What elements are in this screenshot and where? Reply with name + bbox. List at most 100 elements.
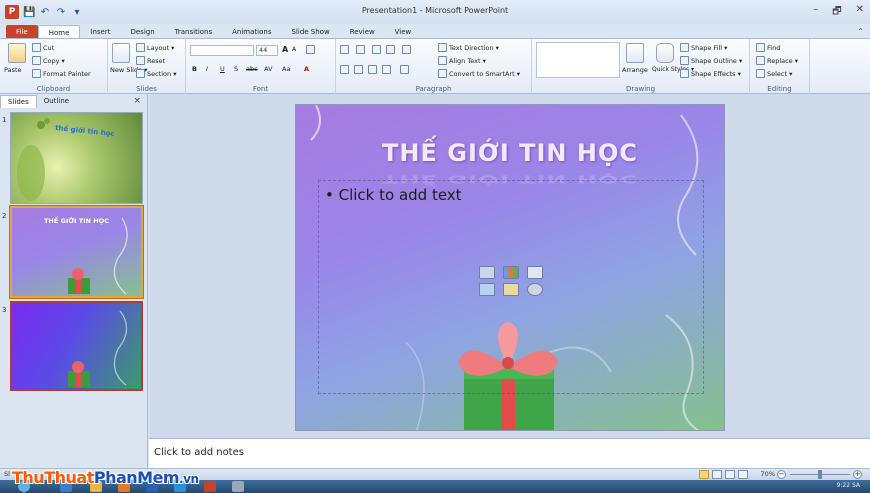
tab-insert[interactable]: Insert: [80, 25, 120, 39]
align-text-icon: [438, 56, 447, 65]
justify-button[interactable]: [382, 65, 391, 74]
find-button[interactable]: Find: [756, 43, 780, 52]
minimize-button[interactable]: –: [813, 4, 818, 21]
columns-button[interactable]: [400, 65, 409, 74]
tab-slide-show[interactable]: Slide Show: [281, 25, 339, 39]
tab-view[interactable]: View: [385, 25, 422, 39]
paste-icon[interactable]: [8, 43, 26, 63]
shape-outline-label: Shape Outline ▾: [691, 56, 743, 65]
view-buttons: [699, 470, 748, 479]
zoom-out-button[interactable]: −: [777, 470, 786, 479]
insert-smartart-icon[interactable]: [527, 266, 543, 279]
clock[interactable]: 9:22 SA: [837, 482, 860, 489]
quick-styles-icon[interactable]: [656, 43, 674, 63]
align-center-button[interactable]: [354, 65, 363, 74]
notes-pane[interactable]: Click to add notes: [149, 438, 870, 468]
content-placeholder[interactable]: • Click to add text: [318, 180, 704, 394]
powerpoint-taskbar-icon[interactable]: [204, 481, 216, 492]
shape-outline-button[interactable]: Shape Outline ▾: [680, 56, 742, 65]
change-case-button[interactable]: Aa: [282, 65, 290, 73]
redo-icon[interactable]: ↷: [55, 7, 67, 18]
copy-button[interactable]: Copy ▾: [32, 56, 65, 65]
thumb-number: 2: [2, 212, 7, 220]
underline-button[interactable]: U: [220, 65, 225, 73]
text-direction-button[interactable]: Text Direction ▾: [438, 43, 499, 52]
customize-qat-icon[interactable]: ▾: [71, 7, 83, 18]
clipboard-label: Clipboard: [36, 85, 71, 93]
ribbon-tabs: File Home Insert Design Transitions Anim…: [0, 24, 870, 39]
cut-button[interactable]: Cut: [32, 43, 54, 52]
insert-chart-icon[interactable]: [503, 266, 519, 279]
insert-clip-art-icon[interactable]: [503, 283, 519, 296]
restore-button[interactable]: 🗗: [832, 4, 841, 21]
slide-title[interactable]: THẾ GIỚI TIN HỌC: [296, 139, 724, 167]
align-text-button[interactable]: Align Text ▾: [438, 56, 486, 65]
zoom-level[interactable]: 70%: [761, 470, 775, 478]
new-slide-icon[interactable]: [112, 43, 130, 63]
numbering-button[interactable]: [356, 45, 365, 54]
minimize-ribbon-icon[interactable]: ⌃: [857, 27, 864, 36]
reading-view-button[interactable]: [725, 470, 735, 479]
undo-icon[interactable]: ↶: [39, 7, 51, 18]
close-pane-icon[interactable]: ×: [133, 96, 141, 106]
shape-fill-button[interactable]: Shape Fill ▾: [680, 43, 727, 52]
arrange-icon[interactable]: [626, 43, 644, 63]
reset-button[interactable]: Reset: [136, 56, 165, 65]
bold-button[interactable]: B: [192, 65, 197, 73]
select-button[interactable]: Select ▾: [756, 69, 792, 78]
layout-button[interactable]: Layout ▾: [136, 43, 174, 52]
tab-outline[interactable]: Outline: [37, 95, 76, 108]
align-right-button[interactable]: [368, 65, 377, 74]
insert-table-icon[interactable]: [479, 266, 495, 279]
normal-view-button[interactable]: [699, 470, 709, 479]
tab-design[interactable]: Design: [120, 25, 164, 39]
font-group: 44 A A B I U S abc AV Aa A Font: [186, 39, 336, 94]
italic-button[interactable]: I: [206, 65, 208, 73]
decrease-indent-button[interactable]: [372, 45, 381, 54]
arrange-button[interactable]: Arrange: [622, 66, 648, 74]
notes-placeholder[interactable]: Click to add notes: [154, 447, 244, 458]
replace-button[interactable]: Replace ▾: [756, 56, 798, 65]
placeholder-text[interactable]: • Click to add text: [325, 186, 462, 204]
close-button[interactable]: ✕: [856, 4, 864, 21]
font-name-combo[interactable]: [190, 45, 254, 56]
slide-thumbnail-2[interactable]: THẾ GIỚI TIN HỌC: [9, 205, 144, 299]
section-button[interactable]: Section ▾: [136, 69, 176, 78]
tab-animations[interactable]: Animations: [222, 25, 281, 39]
bullets-button[interactable]: [340, 45, 349, 54]
zoom-in-button[interactable]: +: [853, 470, 862, 479]
strikethrough-button[interactable]: abc: [246, 65, 258, 73]
shapes-gallery[interactable]: [536, 42, 620, 78]
insert-media-icon[interactable]: [527, 283, 543, 296]
font-color-button[interactable]: A: [304, 65, 309, 73]
tab-review[interactable]: Review: [340, 25, 385, 39]
find-label: Find: [767, 43, 781, 52]
character-spacing-button[interactable]: AV: [264, 65, 272, 73]
shrink-font-button[interactable]: A: [292, 46, 296, 53]
tab-transitions[interactable]: Transitions: [165, 25, 223, 39]
slide-thumbnail-3[interactable]: [10, 301, 143, 391]
font-size-combo[interactable]: 44: [256, 45, 278, 56]
shadow-button[interactable]: S: [234, 65, 238, 73]
align-left-button[interactable]: [340, 65, 349, 74]
increase-indent-button[interactable]: [386, 45, 395, 54]
powerpoint-app-icon[interactable]: P: [5, 5, 19, 19]
tab-file[interactable]: File: [6, 25, 38, 39]
format-painter-button[interactable]: Format Painter: [32, 69, 91, 78]
tab-slides[interactable]: Slides: [0, 95, 37, 108]
slide-show-view-button[interactable]: [738, 470, 748, 479]
line-spacing-button[interactable]: [402, 45, 411, 54]
current-slide[interactable]: THẾ GIỚI TIN HỌC THẾ GIỚI TIN HỌC • Clic…: [295, 104, 725, 431]
shape-effects-button[interactable]: Shape Effects ▾: [680, 69, 741, 78]
convert-smartart-button[interactable]: Convert to SmartArt ▾: [438, 69, 520, 78]
save-icon[interactable]: 💾: [23, 7, 35, 18]
slide-thumbnail-1[interactable]: thế giới tin học: [10, 112, 143, 204]
paste-button[interactable]: Paste: [4, 66, 22, 74]
grow-font-button[interactable]: A: [282, 45, 288, 54]
insert-picture-icon[interactable]: [479, 283, 495, 296]
zoom-slider-thumb[interactable]: [818, 470, 822, 479]
clear-format-button[interactable]: [306, 45, 315, 54]
app-taskbar-icon[interactable]: [232, 481, 244, 492]
tab-home[interactable]: Home: [37, 25, 81, 39]
slide-sorter-view-button[interactable]: [712, 470, 722, 479]
